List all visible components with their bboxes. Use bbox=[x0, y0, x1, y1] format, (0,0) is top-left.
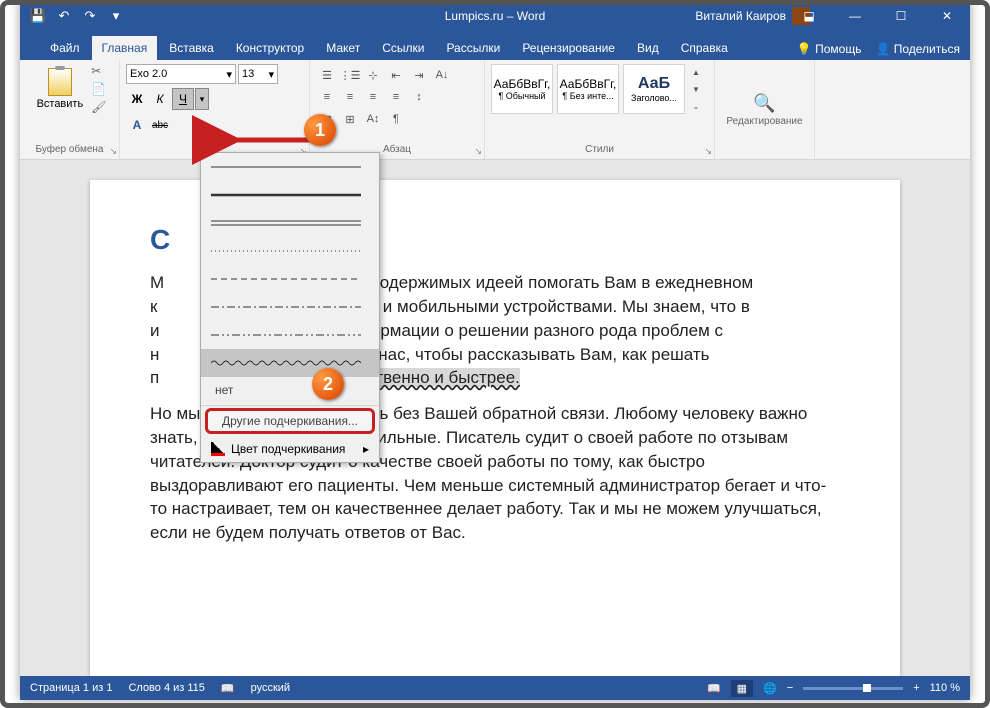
text-effects-button[interactable]: A bbox=[126, 114, 148, 136]
copy-icon[interactable]: 📄 bbox=[91, 82, 106, 96]
sort-button[interactable]: A↓ bbox=[431, 64, 453, 86]
group-clipboard-label: Буфер обмена bbox=[36, 142, 104, 157]
ribbon: Вставить ✂ 📄 🖌 Буфер обмена ↘ Exo 2.0▾ 1… bbox=[20, 60, 970, 160]
italic-button[interactable]: К bbox=[149, 88, 171, 110]
format-painter-icon[interactable]: 🖌 bbox=[91, 100, 106, 114]
tab-view[interactable]: Вид bbox=[627, 36, 669, 60]
window-title: Lumpics.ru – Word bbox=[445, 9, 545, 23]
underline-dropdown: нет Другие подчеркивания... Цвет подчерк… bbox=[200, 152, 380, 463]
font-name-combo[interactable]: Exo 2.0▾ bbox=[126, 64, 236, 84]
close-icon[interactable]: ✕ bbox=[924, 0, 970, 32]
print-layout-icon[interactable]: ▦ bbox=[731, 680, 753, 697]
status-page[interactable]: Страница 1 из 1 bbox=[30, 682, 112, 694]
zoom-value[interactable]: 110 % bbox=[930, 682, 960, 694]
maximize-icon[interactable]: ☐ bbox=[878, 0, 924, 32]
style-normal[interactable]: АаБбВвГг,¶ Обычный bbox=[491, 64, 553, 114]
underline-style-dashdot[interactable] bbox=[201, 293, 379, 321]
ribbon-tabs: Файл Главная Вставка Конструктор Макет С… bbox=[20, 32, 970, 60]
annotation-badge-1: 1 bbox=[304, 114, 336, 146]
status-words[interactable]: Слово 4 из 115 bbox=[128, 682, 204, 694]
tell-me[interactable]: 💡 Помощь bbox=[797, 42, 862, 56]
underline-style-single[interactable] bbox=[201, 153, 379, 181]
other-underlines-menuitem[interactable]: Другие подчеркивания... bbox=[205, 408, 375, 434]
zoom-in-icon[interactable]: + bbox=[913, 682, 919, 694]
borders-button[interactable]: ⊞ bbox=[339, 108, 361, 130]
ribbon-options-icon[interactable]: ⬓ bbox=[786, 0, 832, 32]
qat-dropdown-icon[interactable]: ▾ bbox=[108, 8, 124, 24]
strikethrough-button[interactable]: abc bbox=[149, 114, 171, 136]
bullets-button[interactable]: ☰ bbox=[316, 64, 338, 86]
align-left-button[interactable]: ≡ bbox=[316, 86, 338, 108]
share-button[interactable]: 👤 Поделиться bbox=[875, 42, 960, 56]
read-mode-icon[interactable]: 📖 bbox=[707, 682, 721, 695]
decrease-indent-button[interactable]: ⇤ bbox=[385, 64, 407, 86]
group-styles-label: Стили bbox=[491, 142, 708, 157]
style-heading1[interactable]: АаБЗаголово... bbox=[623, 64, 685, 114]
align-right-button[interactable]: ≡ bbox=[362, 86, 384, 108]
styles-more-icon[interactable]: ⌄ bbox=[689, 98, 703, 114]
redo-icon[interactable]: ↷ bbox=[82, 8, 98, 24]
sort-az-button[interactable]: A↕ bbox=[362, 108, 384, 130]
style-nospace[interactable]: АаБбВвГг,¶ Без инте... bbox=[557, 64, 619, 114]
web-layout-icon[interactable]: 🌐 bbox=[763, 682, 777, 695]
underline-style-thick[interactable] bbox=[201, 181, 379, 209]
tab-design[interactable]: Конструктор bbox=[226, 36, 314, 60]
styles-up-icon[interactable]: ▲ bbox=[689, 64, 703, 80]
underline-style-dashed[interactable] bbox=[201, 265, 379, 293]
align-center-button[interactable]: ≡ bbox=[339, 86, 361, 108]
group-editing-label: Редактирование bbox=[726, 114, 802, 129]
numbering-button[interactable]: ⋮☰ bbox=[339, 64, 361, 86]
find-icon[interactable]: 🔍 bbox=[753, 93, 775, 114]
underline-style-wave[interactable] bbox=[201, 349, 379, 377]
underline-style-dotted[interactable] bbox=[201, 237, 379, 265]
underline-color-icon bbox=[211, 442, 225, 456]
underline-style-double[interactable] bbox=[201, 209, 379, 237]
underline-button[interactable]: Ч bbox=[172, 88, 194, 110]
tab-home[interactable]: Главная bbox=[92, 36, 158, 60]
clipboard-launcher-icon[interactable]: ↘ bbox=[109, 146, 117, 157]
minimize-icon[interactable]: — bbox=[832, 0, 878, 32]
annotation-arrow bbox=[220, 128, 315, 152]
tab-insert[interactable]: Вставка bbox=[159, 36, 224, 60]
justify-button[interactable]: ≡ bbox=[385, 86, 407, 108]
tab-help[interactable]: Справка bbox=[671, 36, 738, 60]
underline-color-menuitem[interactable]: Цвет подчеркивания ▸ bbox=[201, 436, 379, 462]
zoom-out-icon[interactable]: − bbox=[787, 682, 793, 694]
tab-review[interactable]: Рецензирование bbox=[512, 36, 625, 60]
font-size-combo[interactable]: 13▾ bbox=[238, 64, 278, 84]
multilevel-button[interactable]: ⊹ bbox=[362, 64, 384, 86]
tab-mailings[interactable]: Рассылки bbox=[436, 36, 510, 60]
tab-layout[interactable]: Макет bbox=[316, 36, 370, 60]
styles-down-icon[interactable]: ▼ bbox=[689, 81, 703, 97]
titlebar: 💾 ↶ ↷ ▾ Lumpics.ru – Word Виталий Каиров… bbox=[20, 0, 970, 32]
status-language[interactable]: русский bbox=[251, 682, 290, 694]
statusbar: Страница 1 из 1 Слово 4 из 115 📖 русский… bbox=[20, 676, 970, 700]
show-marks-button[interactable]: ¶ bbox=[385, 108, 407, 130]
styles-launcher-icon[interactable]: ↘ bbox=[704, 146, 712, 157]
user-name: Виталий Каиров bbox=[695, 9, 786, 23]
annotation-badge-2: 2 bbox=[312, 368, 344, 400]
bold-button[interactable]: Ж bbox=[126, 88, 148, 110]
line-spacing-button[interactable]: ↕ bbox=[408, 86, 430, 108]
underline-style-dashdotdot[interactable] bbox=[201, 321, 379, 349]
document-area[interactable]: С Мтов, одержимых идеей помогать Вам в е… bbox=[20, 160, 970, 676]
paragraph-launcher-icon[interactable]: ↘ bbox=[474, 146, 482, 157]
underline-dropdown-icon[interactable]: ▾ bbox=[195, 88, 209, 110]
save-icon[interactable]: 💾 bbox=[30, 8, 46, 24]
tab-references[interactable]: Ссылки bbox=[372, 36, 434, 60]
status-proofing-icon[interactable]: 📖 bbox=[221, 682, 235, 695]
increase-indent-button[interactable]: ⇥ bbox=[408, 64, 430, 86]
cut-icon[interactable]: ✂ bbox=[91, 64, 106, 78]
undo-icon[interactable]: ↶ bbox=[56, 8, 72, 24]
underline-none[interactable]: нет bbox=[201, 377, 379, 403]
paste-icon bbox=[48, 68, 72, 96]
tab-file[interactable]: Файл bbox=[40, 36, 90, 60]
zoom-slider[interactable] bbox=[803, 687, 903, 690]
paste-button[interactable]: Вставить bbox=[33, 64, 88, 114]
